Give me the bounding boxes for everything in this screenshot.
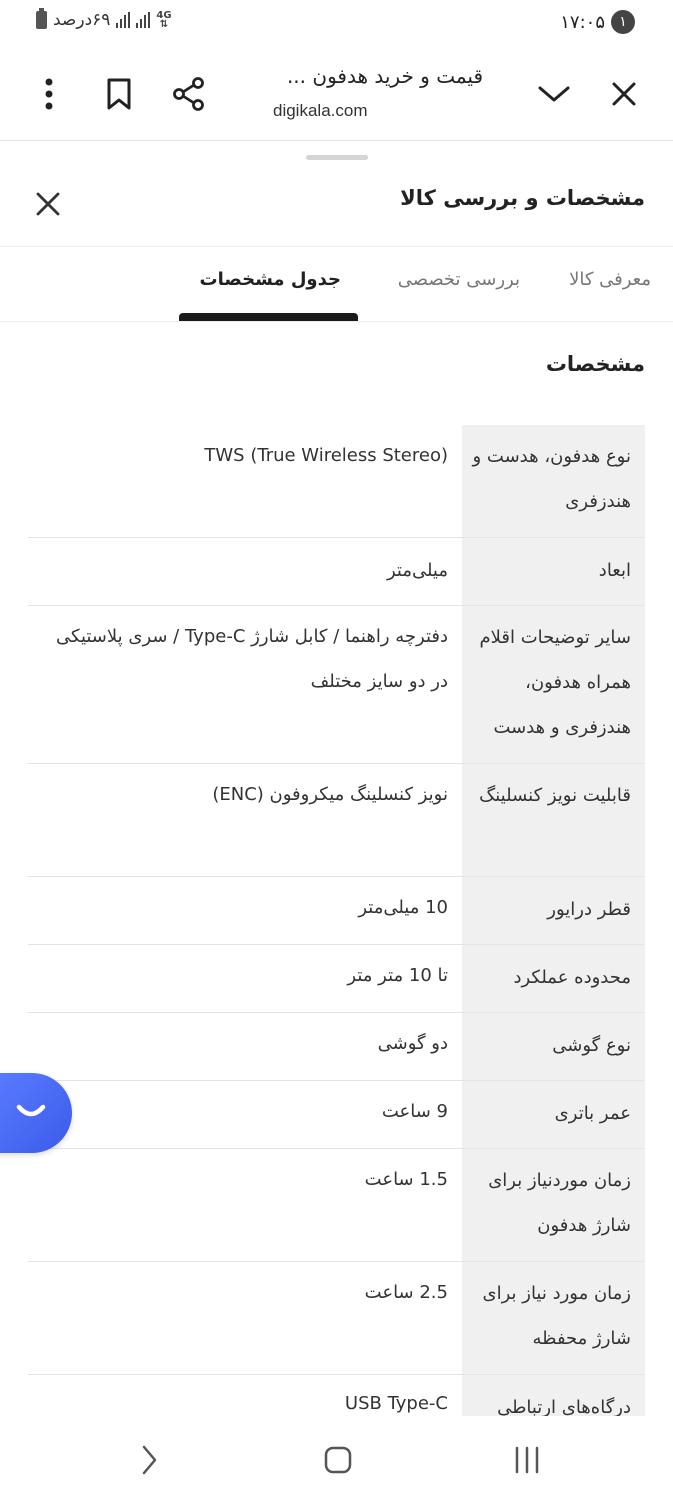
table-row: سایر توضیحات اقلام همراه هدفون، هندزفری … <box>28 606 645 764</box>
spec-key: زمان موردنیاز برای شارژ هدفون <box>462 1149 645 1261</box>
signal-icon-2 <box>136 12 151 28</box>
notification-badge: ۱ <box>611 10 635 34</box>
status-time: ۱۷:۰۵ <box>560 11 605 33</box>
section-title: مشخصات <box>545 352 645 376</box>
close-icon <box>36 192 60 216</box>
spec-value: 1.5 ساعت <box>364 1169 448 1190</box>
spec-key: قطر درایور <box>462 877 645 944</box>
more-vertical-icon[interactable] <box>27 72 71 116</box>
spec-value: میلی‌متر <box>386 560 448 581</box>
share-icon[interactable] <box>167 72 211 116</box>
status-bar: ۱۷:۰۵ ۱ ۶۹درصد 4G ⇅ <box>0 0 673 44</box>
spec-key: نوع هدفون، هدست و هندزفری <box>462 425 645 537</box>
sheet-drag-handle[interactable] <box>306 155 368 160</box>
table-row: محدوده عملکرد تا 10 متر متر <box>28 945 645 1013</box>
spec-value: دفترچه راهنما / کابل شارژ Type-C / سری پ… <box>56 626 448 692</box>
network-type: 4G ⇅ <box>156 10 172 30</box>
tab-bar: معرفی کالا بررسی تخصصی جدول مشخصات <box>0 247 673 322</box>
recent-apps-icon[interactable] <box>507 1440 547 1480</box>
table-row: نوع گوشی دو گوشی <box>28 1013 645 1081</box>
spec-value: نویز کنسلینگ میکروفون (ENC) <box>212 784 448 805</box>
system-nav-bar <box>0 1416 673 1500</box>
bookmark-icon[interactable] <box>97 72 141 116</box>
browser-toolbar: قیمت و خرید هدفون ... digikala.com <box>0 44 673 141</box>
page-url[interactable]: digikala.com <box>273 101 368 121</box>
spec-key: قابلیت نویز کنسلینگ <box>462 764 645 876</box>
battery-percent: ۶۹درصد <box>53 10 111 30</box>
spec-value: 2.5 ساعت <box>364 1282 448 1303</box>
spec-value: دو گوشی <box>377 1033 448 1054</box>
spec-table: نوع هدفون، هدست و هندزفری TWS (True Wire… <box>28 425 645 1435</box>
tab-specifications[interactable]: جدول مشخصات <box>200 269 341 290</box>
battery-icon <box>36 8 47 29</box>
spec-value: 9 ساعت <box>381 1101 448 1122</box>
back-icon[interactable] <box>129 1440 169 1480</box>
table-row: زمان موردنیاز برای شارژ هدفون 1.5 ساعت <box>28 1149 645 1262</box>
close-icon[interactable] <box>602 72 646 116</box>
table-row: ابعاد میلی‌متر <box>28 538 645 606</box>
spec-value: TWS (True Wireless Stereo) <box>204 445 448 466</box>
page-title[interactable]: قیمت و خرید هدفون ... <box>287 64 483 88</box>
home-icon[interactable] <box>318 1440 358 1480</box>
spec-key: ابعاد <box>462 538 645 605</box>
network-label: 4G <box>156 10 172 21</box>
sheet-close-button[interactable] <box>26 182 70 226</box>
spec-key: محدوده عملکرد <box>462 945 645 1012</box>
spec-key: زمان مورد نیاز برای شارژ محفظه <box>462 1262 645 1374</box>
table-row: قطر درایور 10 میلی‌متر <box>28 877 645 945</box>
spec-key: نوع گوشی <box>462 1013 645 1080</box>
spec-value: تا 10 متر متر <box>347 965 448 986</box>
smile-icon <box>16 1104 46 1117</box>
table-row: قابلیت نویز کنسلینگ نویز کنسلینگ میکروفو… <box>28 764 645 877</box>
table-row: زمان مورد نیاز برای شارژ محفظه 2.5 ساعت <box>28 1262 645 1375</box>
sheet-header: مشخصات و بررسی کالا <box>0 162 673 247</box>
tab-product-intro[interactable]: معرفی کالا <box>569 269 651 290</box>
spec-value: 10 میلی‌متر <box>358 897 448 918</box>
active-tab-indicator <box>179 313 358 321</box>
chevron-down-icon[interactable] <box>532 72 576 116</box>
status-indicators: ۶۹درصد 4G ⇅ <box>36 8 172 30</box>
spec-key: سایر توضیحات اقلام همراه هدفون، هندزفری … <box>462 606 645 763</box>
status-time-group: ۱۷:۰۵ ۱ <box>560 10 635 34</box>
sheet-title: مشخصات و بررسی کالا <box>400 186 645 210</box>
spec-key: عمر باتری <box>462 1081 645 1148</box>
table-row: نوع هدفون، هدست و هندزفری TWS (True Wire… <box>28 425 645 538</box>
signal-icon <box>116 12 131 28</box>
tab-expert-review[interactable]: بررسی تخصصی <box>398 269 520 290</box>
table-row: عمر باتری 9 ساعت <box>28 1081 645 1149</box>
